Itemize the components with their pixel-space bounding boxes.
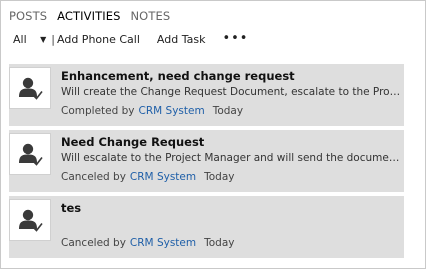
add-phone-call-button[interactable]: Add Phone Call bbox=[57, 33, 140, 46]
activity-title[interactable]: Need Change Request bbox=[61, 135, 204, 149]
activity-feed-panel: POSTS ACTIVITIES NOTES All ▼ | Add Phone… bbox=[0, 0, 426, 269]
activity-time: Today bbox=[212, 105, 244, 117]
toolbar-separator: | bbox=[51, 33, 56, 46]
activity-title[interactable]: tes bbox=[61, 201, 81, 215]
user-check-icon bbox=[9, 67, 51, 109]
activity-toolbar: All ▼ | Add Phone Call Add Task ••• bbox=[13, 31, 248, 47]
user-check-icon bbox=[9, 133, 51, 175]
tab-notes[interactable]: NOTES bbox=[130, 9, 170, 23]
filter-value: All bbox=[13, 33, 27, 46]
activity-item[interactable]: Enhancement, need change request Will cr… bbox=[9, 64, 404, 126]
activity-time: Today bbox=[204, 237, 235, 249]
activity-user-link[interactable]: CRM System bbox=[130, 171, 196, 183]
activity-description: Will create the Change Request Document,… bbox=[61, 86, 401, 98]
tab-posts[interactable]: POSTS bbox=[9, 9, 47, 23]
activity-list: Enhancement, need change request Will cr… bbox=[9, 64, 404, 262]
activity-status: Canceled by bbox=[61, 237, 126, 249]
tab-activities[interactable]: ACTIVITIES bbox=[57, 9, 120, 23]
activity-user-link[interactable]: CRM System bbox=[130, 237, 196, 249]
activity-status: Canceled by bbox=[61, 171, 126, 183]
user-check-icon bbox=[9, 199, 51, 241]
activity-item[interactable]: tes Canceled by CRM System Today bbox=[9, 196, 404, 258]
filter-dropdown[interactable]: All ▼ bbox=[13, 33, 46, 46]
activity-user-link[interactable]: CRM System bbox=[139, 105, 205, 117]
tab-bar: POSTS ACTIVITIES NOTES bbox=[9, 9, 170, 23]
activity-item[interactable]: Need Change Request Will escalate to the… bbox=[9, 130, 404, 192]
activity-title[interactable]: Enhancement, need change request bbox=[61, 69, 295, 83]
activity-meta: Completed by CRM System Today bbox=[61, 105, 243, 117]
add-task-button[interactable]: Add Task bbox=[157, 33, 206, 46]
activity-status: Completed by bbox=[61, 105, 135, 117]
more-options-icon[interactable]: ••• bbox=[222, 31, 248, 46]
activity-description: Will escalate to the Project Manager and… bbox=[61, 152, 401, 164]
activity-meta: Canceled by CRM System Today bbox=[61, 237, 234, 249]
activity-time: Today bbox=[204, 171, 235, 183]
activity-meta: Canceled by CRM System Today bbox=[61, 171, 234, 183]
caret-down-icon: ▼ bbox=[40, 35, 47, 44]
